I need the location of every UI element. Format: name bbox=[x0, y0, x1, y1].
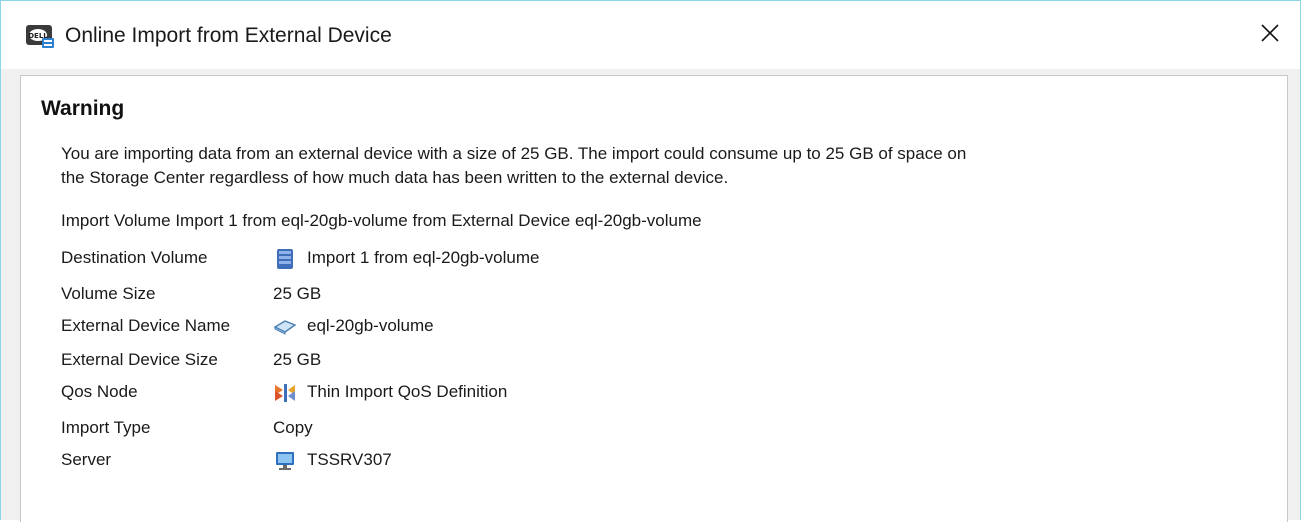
warning-message-line-1: You are importing data from an external … bbox=[61, 144, 967, 163]
destination-volume-value: Import 1 from eql-20gb-volume bbox=[307, 248, 540, 267]
server-value: TSSRV307 bbox=[307, 450, 392, 469]
warning-panel: Warning You are importing data from an e… bbox=[20, 75, 1288, 522]
import-summary: Import Volume Import 1 from eql-20gb-vol… bbox=[61, 211, 702, 230]
title-bar[interactable]: DELL Online Import from External Device bbox=[1, 1, 1300, 69]
external-device-icon bbox=[273, 315, 297, 337]
external-device-name-label: External Device Name bbox=[61, 316, 231, 335]
external-device-size-label: External Device Size bbox=[61, 350, 218, 369]
import-type-label: Import Type bbox=[61, 418, 151, 437]
external-device-size-value: 25 GB bbox=[273, 350, 322, 369]
dialog-window: DELL Online Import from External Device … bbox=[0, 0, 1301, 522]
warning-message-line-2: the Storage Center regardless of how muc… bbox=[61, 168, 729, 187]
qos-node-label: Qos Node bbox=[61, 382, 138, 401]
close-button[interactable] bbox=[1246, 15, 1294, 55]
server-icon bbox=[273, 449, 297, 471]
import-type-value: Copy bbox=[273, 418, 313, 437]
external-device-name-value: eql-20gb-volume bbox=[307, 316, 434, 335]
warning-message: You are importing data from an external … bbox=[61, 142, 966, 190]
destination-volume-label: Destination Volume bbox=[61, 248, 208, 267]
volume-size-value: 25 GB bbox=[273, 284, 322, 303]
volume-size-label: Volume Size bbox=[61, 284, 156, 303]
warning-heading: Warning bbox=[41, 97, 125, 120]
window-title: Online Import from External Device bbox=[65, 24, 392, 47]
qos-definition-icon bbox=[273, 381, 297, 403]
qos-node-value: Thin Import QoS Definition bbox=[307, 382, 508, 401]
server-label: Server bbox=[61, 450, 112, 469]
volume-icon bbox=[273, 247, 297, 269]
close-icon bbox=[1260, 23, 1280, 48]
dell-storage-app-icon: DELL bbox=[25, 23, 55, 49]
